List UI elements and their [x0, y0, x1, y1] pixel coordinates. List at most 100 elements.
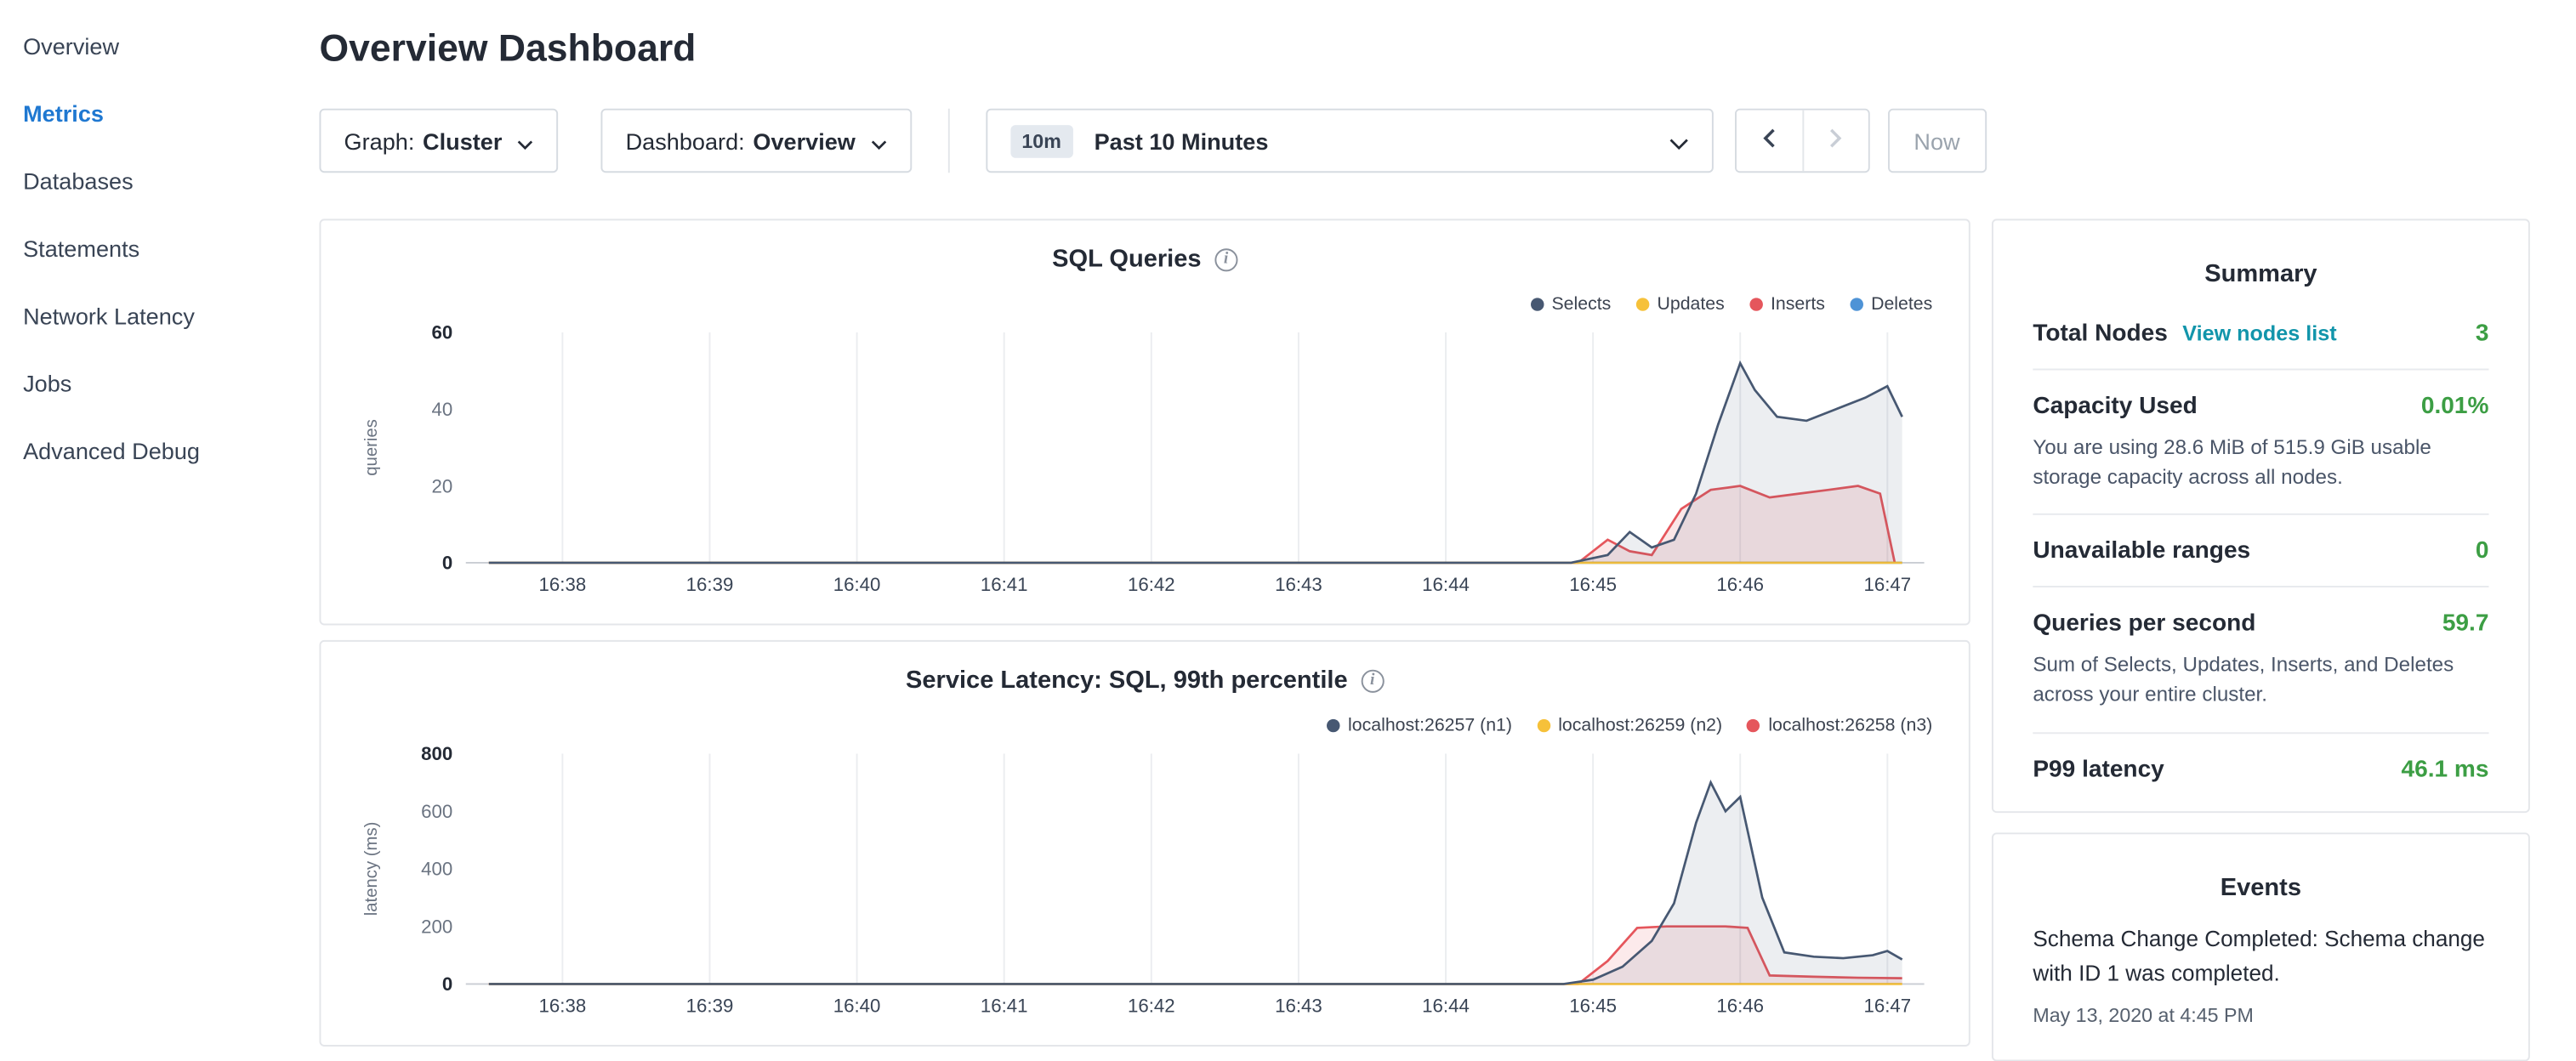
summary-row-label: P99 latency: [2033, 756, 2164, 782]
svg-text:400: 400: [421, 859, 452, 880]
svg-text:0: 0: [442, 553, 452, 574]
sidebar-item-jobs[interactable]: Jobs: [0, 350, 319, 417]
legend-item[interactable]: Inserts: [1749, 294, 1825, 314]
time-next-button[interactable]: [1802, 111, 1868, 172]
svg-text:16:38: 16:38: [539, 574, 587, 595]
event-timestamp: May 13, 2020 at 4:45 PM: [2033, 1003, 2488, 1026]
chart-title-text: Service Latency: SQL, 99th percentile: [906, 667, 1348, 695]
sidebar-item-advanced-debug[interactable]: Advanced Debug: [0, 418, 319, 485]
legend-label: Inserts: [1771, 294, 1825, 314]
summary-panel: Summary Total Nodes View nodes list 3 Ca…: [1992, 218, 2530, 812]
chart-legend: localhost:26257 (n1) localhost:26259 (n2)…: [1327, 716, 1932, 735]
svg-text:16:42: 16:42: [1128, 995, 1175, 1016]
legend-label: Selects: [1551, 294, 1611, 314]
legend-item[interactable]: Deletes: [1850, 294, 1932, 314]
summary-row-label: Queries per second: [2033, 611, 2255, 638]
svg-text:16:46: 16:46: [1716, 574, 1764, 595]
toolbar-divider: [947, 109, 949, 173]
svg-text:16:40: 16:40: [833, 995, 881, 1016]
svg-text:16:47: 16:47: [1863, 574, 1911, 595]
legend-dot-icon: [1327, 719, 1339, 732]
summary-row-unavailable-ranges: Unavailable ranges 0: [2033, 515, 2488, 587]
svg-text:16:41: 16:41: [981, 995, 1028, 1016]
legend-dot-icon: [1530, 298, 1543, 310]
legend-dot-icon: [1537, 719, 1550, 732]
sidebar-item-overview[interactable]: Overview: [0, 13, 319, 80]
dashboard-content: SQL Queries Selects Updates Inserts Deletes…: [319, 218, 2552, 1060]
time-range-picker[interactable]: 10m Past 10 Minutes: [986, 109, 1713, 173]
svg-text:16:39: 16:39: [686, 574, 734, 595]
summary-row-value: 59.7: [2442, 611, 2489, 638]
legend-item[interactable]: localhost:26258 (n3): [1747, 716, 1932, 735]
legend-label: localhost:26258 (n3): [1768, 716, 1932, 735]
graph-dropdown[interactable]: Graph: Cluster: [319, 109, 558, 173]
dashboard-dropdown[interactable]: Dashboard: Overview: [601, 109, 912, 173]
right-column: Summary Total Nodes View nodes list 3 Ca…: [1992, 218, 2530, 1060]
svg-text:16:43: 16:43: [1275, 995, 1322, 1016]
view-nodes-link[interactable]: View nodes list: [2182, 321, 2336, 345]
events-panel: Events Schema Change Completed: Schema c…: [1992, 831, 2530, 1060]
time-range-badge: 10m: [1010, 124, 1073, 157]
legend-item[interactable]: Updates: [1635, 294, 1724, 314]
svg-text:600: 600: [421, 801, 452, 822]
svg-text:20: 20: [432, 475, 453, 496]
svg-text:16:44: 16:44: [1422, 574, 1470, 595]
now-button[interactable]: Now: [1887, 109, 1986, 173]
svg-text:latency (ms): latency (ms): [362, 822, 381, 916]
summary-row-description: Sum of Selects, Updates, Inserts, and De…: [2033, 650, 2488, 710]
svg-text:800: 800: [421, 743, 452, 764]
info-icon[interactable]: [1361, 669, 1384, 692]
summary-row-value: 46.1 ms: [2401, 756, 2488, 782]
summary-row-value: 0: [2476, 538, 2489, 565]
info-icon[interactable]: [1214, 247, 1237, 270]
legend-item[interactable]: localhost:26259 (n2): [1537, 716, 1722, 735]
service-latency-panel: Service Latency: SQL, 99th percentile lo…: [319, 640, 1970, 1047]
svg-text:16:47: 16:47: [1863, 995, 1911, 1016]
sidebar-item-metrics[interactable]: Metrics: [0, 81, 319, 148]
svg-text:16:39: 16:39: [686, 995, 734, 1016]
summary-title: Summary: [2033, 260, 2488, 288]
summary-row-value: 0.01%: [2421, 394, 2489, 420]
sidebar-item-statements[interactable]: Statements: [0, 216, 319, 283]
svg-text:16:42: 16:42: [1128, 574, 1175, 595]
sql-queries-panel: SQL Queries Selects Updates Inserts Deletes…: [319, 218, 1970, 625]
svg-text:16:44: 16:44: [1422, 995, 1470, 1016]
toolbar: Graph: Cluster Dashboard: Overview 10m P…: [319, 109, 2552, 173]
charts-column: SQL Queries Selects Updates Inserts Deletes…: [319, 218, 1970, 1060]
sidebar-item-databases[interactable]: Databases: [0, 148, 319, 215]
chevron-left-icon: [1762, 128, 1775, 153]
legend-item[interactable]: localhost:26257 (n1): [1327, 716, 1512, 735]
legend-label: Deletes: [1871, 294, 1932, 314]
svg-text:16:40: 16:40: [833, 574, 881, 595]
summary-row-label: Unavailable ranges: [2033, 538, 2250, 565]
chart-title-text: SQL Queries: [1052, 245, 1201, 273]
legend-dot-icon: [1747, 719, 1760, 732]
page-title: Overview Dashboard: [319, 26, 2552, 71]
summary-row-label: Total Nodes: [2033, 321, 2168, 347]
sidebar-nav-list: Overview Metrics Databases Statements Ne…: [0, 13, 319, 485]
events-title: Events: [2033, 873, 2488, 901]
svg-text:16:41: 16:41: [981, 574, 1028, 595]
svg-text:queries: queries: [362, 419, 381, 476]
summary-row-queries-per-second: Queries per second 59.7 Sum of Selects, …: [2033, 587, 2488, 733]
svg-text:16:38: 16:38: [539, 995, 587, 1016]
time-range-label: Past 10 Minutes: [1095, 128, 1269, 154]
svg-text:40: 40: [432, 399, 453, 420]
legend-item[interactable]: Selects: [1530, 294, 1611, 314]
svg-text:16:45: 16:45: [1569, 574, 1617, 595]
svg-text:16:43: 16:43: [1275, 574, 1322, 595]
legend-dot-icon: [1850, 298, 1862, 310]
legend-label: Updates: [1657, 294, 1724, 314]
chevron-down-icon: [1669, 128, 1688, 154]
sidebar-item-network-latency[interactable]: Network Latency: [0, 283, 319, 350]
chart-title: SQL Queries: [321, 245, 1968, 273]
legend-label: localhost:26259 (n2): [1558, 716, 1722, 735]
time-prev-button[interactable]: [1736, 111, 1801, 172]
sidebar: Overview Metrics Databases Statements Ne…: [0, 0, 319, 1052]
event-item[interactable]: Schema Change Completed: Schema change w…: [2033, 921, 2488, 1026]
legend-dot-icon: [1749, 298, 1762, 310]
svg-text:16:46: 16:46: [1716, 995, 1764, 1016]
service-latency-chart[interactable]: 16:3816:3916:4016:4116:4216:4316:4416:45…: [357, 740, 1948, 1034]
graph-dropdown-value: Cluster: [423, 128, 502, 154]
sql-queries-chart[interactable]: 16:38 16:39 16:40 16:41 16:42 16:43 16:44 16:45…: [357, 319, 1948, 612]
